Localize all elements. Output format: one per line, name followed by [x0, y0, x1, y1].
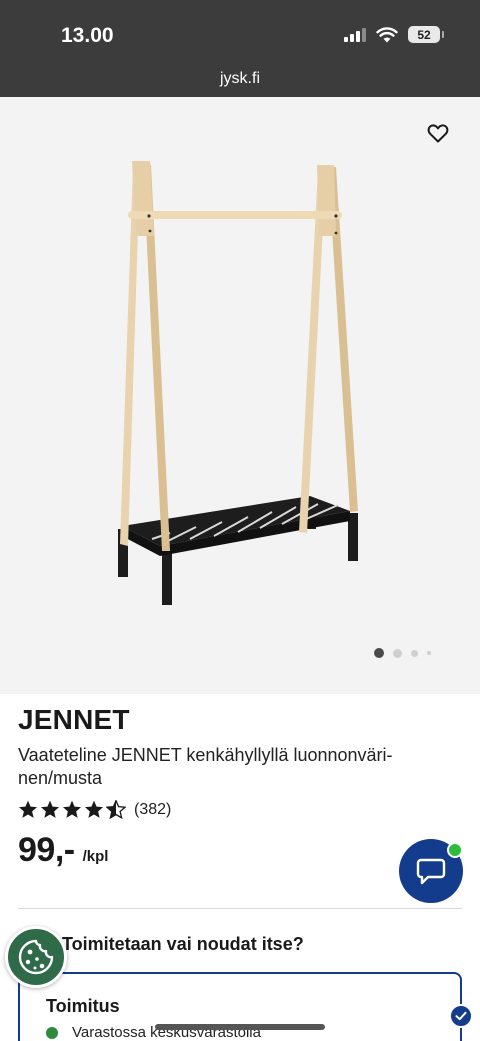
- cookie-icon: [18, 939, 54, 975]
- in-stock-dot: [46, 1026, 58, 1039]
- status-icons: 52: [344, 26, 444, 43]
- pagination-dot-active[interactable]: [374, 648, 384, 658]
- delivery-option-card[interactable]: Toimitus Varastossa keskusvarastolla: [18, 972, 462, 1041]
- product-title: JENNET: [18, 704, 130, 735]
- delivery-option-title: Toimitus: [46, 996, 120, 1016]
- online-status-dot: [447, 842, 463, 858]
- delivery-question: Toimitetaan vai noudat itse?: [62, 934, 304, 954]
- heart-outline-icon: [427, 124, 449, 143]
- product-gallery[interactable]: [0, 97, 480, 694]
- pagination-dot[interactable]: [427, 651, 431, 655]
- battery-icon: 52: [408, 26, 444, 43]
- star-full-icon: [18, 800, 38, 818]
- star-full-icon: [62, 800, 82, 818]
- star-full-icon: [40, 800, 60, 818]
- product-image-clothes-rack: [118, 161, 358, 605]
- cookie-settings-button[interactable]: [5, 926, 67, 988]
- signal-icon: [344, 27, 366, 42]
- chat-bubble-icon: [416, 858, 446, 885]
- price-unit: /kpl: [82, 848, 109, 865]
- rating-stars: [18, 800, 126, 819]
- pagination-dot[interactable]: [411, 649, 418, 657]
- star-half-icon: [106, 800, 126, 819]
- product-info: JENNET Vaateteline JENNET kenkähyllyllä …: [18, 704, 462, 870]
- chat-button[interactable]: [399, 839, 463, 903]
- address-bar-url[interactable]: jysk.fi: [0, 70, 480, 88]
- rating[interactable]: (382): [18, 800, 462, 819]
- home-indicator[interactable]: [155, 1024, 325, 1030]
- wifi-icon: [376, 26, 398, 42]
- gallery-pagination: [374, 648, 431, 658]
- product-description: Vaateteline JENNET kenkähyllyllä luonnon…: [18, 745, 393, 788]
- divider: [18, 908, 462, 909]
- rating-count[interactable]: (382): [134, 801, 171, 819]
- battery-level: 52: [417, 27, 431, 42]
- pagination-dot[interactable]: [393, 648, 402, 658]
- selected-check-icon: [449, 1004, 473, 1028]
- star-full-icon: [84, 800, 104, 818]
- status-bar: 13.00 52 jysk.fi: [0, 0, 480, 97]
- favorite-button[interactable]: [426, 121, 450, 145]
- status-time: 13.00: [61, 24, 114, 47]
- price-row: 99,- /kpl: [18, 831, 462, 870]
- price: 99,-: [18, 831, 75, 869]
